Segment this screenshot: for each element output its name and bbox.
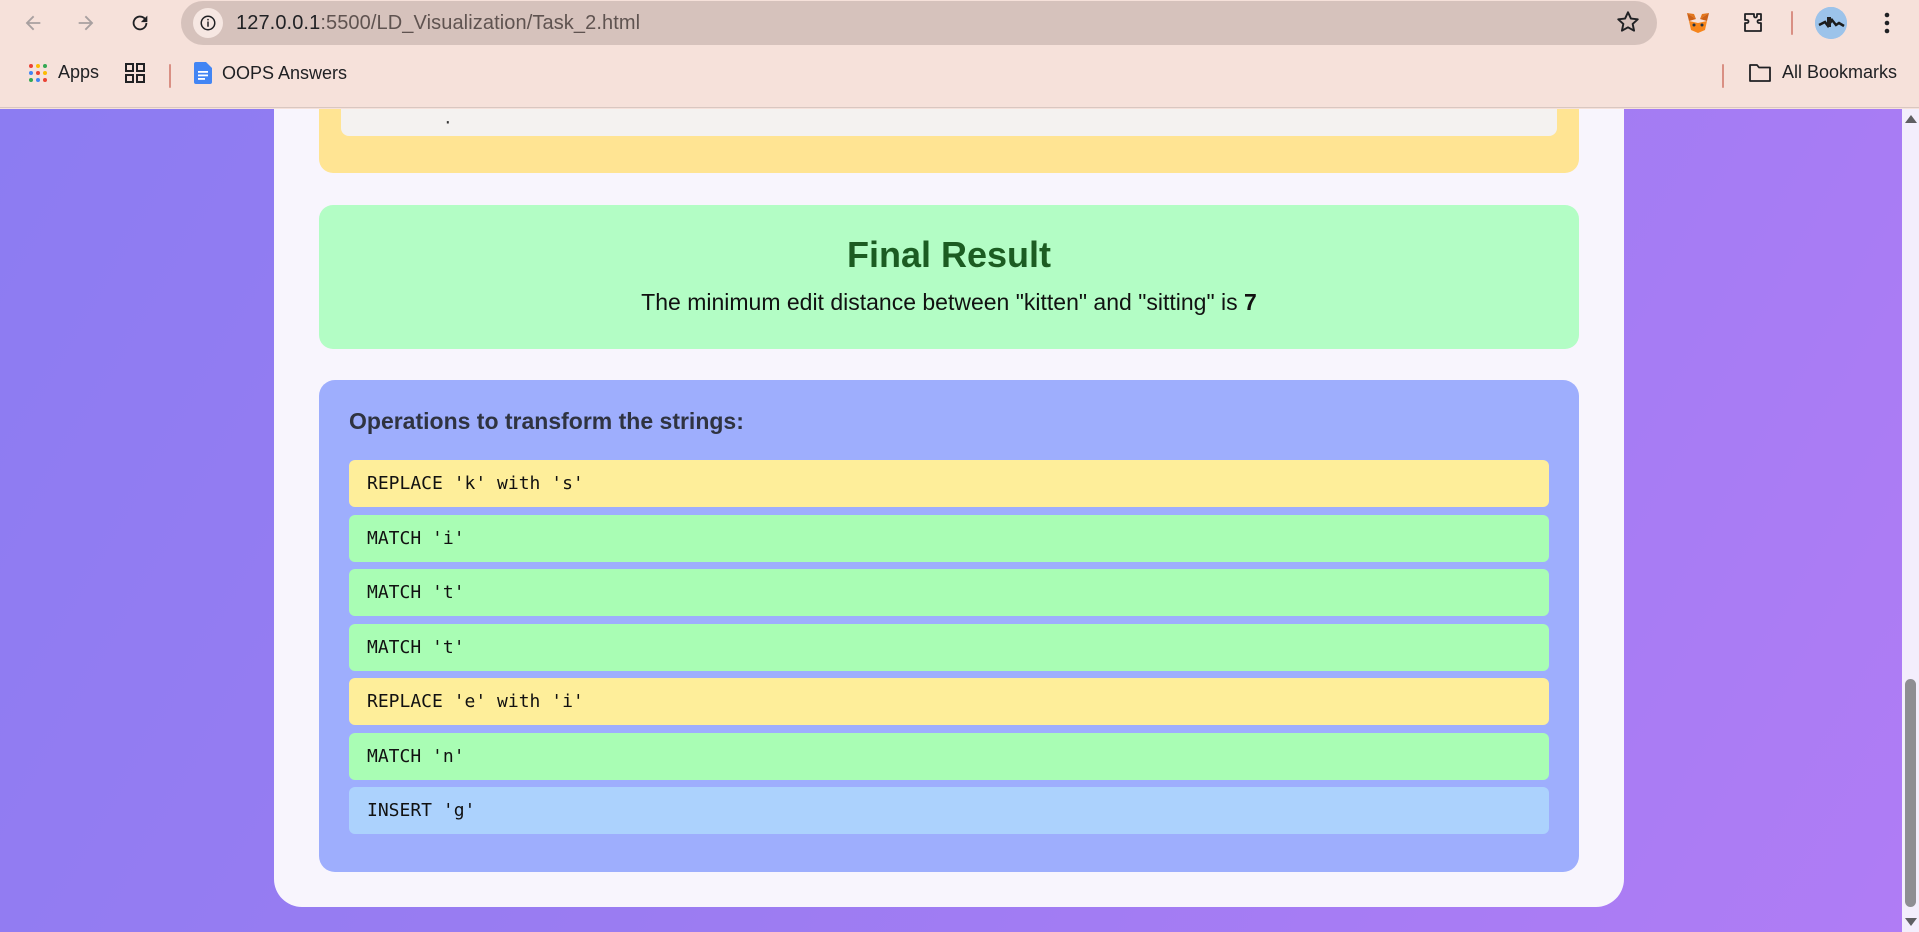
url-host: 127.0.0.1 [236,12,321,34]
back-arrow-icon [25,15,41,31]
scrollbar-thumb[interactable] [1905,679,1916,907]
extensions-puzzle-icon[interactable] [1736,6,1770,40]
scrollbar[interactable] [1902,109,1919,932]
bookmarks-right-divider [1722,64,1724,88]
scroll-down-arrow-icon[interactable] [1905,918,1917,926]
toolbar-divider [1791,11,1793,35]
main-card: · Final Result The minimum edit distance… [274,109,1624,907]
all-bookmarks-button[interactable]: All Bookmarks [1748,62,1897,83]
forward-button[interactable] [69,6,103,40]
all-bookmarks-label: All Bookmarks [1782,62,1898,82]
operation-item-match: MATCH 't' [349,623,1549,671]
operation-item-insert: INSERT 'g' [349,787,1549,834]
final-result-text: The minimum edit distance between "kitte… [319,289,1579,316]
previous-section-content: · [341,109,1557,136]
page-viewport: · Final Result The minimum edit distance… [0,109,1919,932]
reload-button[interactable] [123,6,157,40]
site-info-icon[interactable] [193,8,223,38]
forward-arrow-icon [78,15,94,31]
operation-item-match: MATCH 'n' [349,732,1549,780]
tab-groups-button[interactable] [124,62,146,84]
url-path: :5500/LD_Visualization/Task_2.html [320,12,641,34]
google-docs-icon [194,62,212,84]
back-button[interactable] [16,6,50,40]
operation-item-match: MATCH 'i' [349,514,1549,562]
address-bar[interactable]: 127.0.0.1:5500/LD_Visualization/Task_2.h… [181,1,1657,45]
bookmarks-divider [169,64,171,88]
more-vert-icon[interactable] [1870,6,1904,40]
bookmark-oops-answers[interactable]: OOPS Answers [194,62,347,84]
previous-section-fragment: · [443,113,453,132]
bookmark-apps-label: Apps [58,62,100,82]
profile-avatar-icon[interactable] [1815,7,1847,39]
final-result-text-prefix: The minimum edit distance between "kitte… [641,289,1245,315]
operations-panel: Operations to transform the strings: REP… [319,380,1579,872]
reload-icon [132,15,148,31]
operation-item-replace: REPLACE 'k' with 's' [349,460,1549,507]
tab-groups-icon [125,63,145,83]
operation-item-match: MATCH 't' [349,569,1549,616]
scroll-up-arrow-icon[interactable] [1905,115,1917,123]
folder-icon [1749,63,1771,82]
operations-list: REPLACE 'k' with 's' MATCH 'i' MATCH 't' MA… [349,460,1549,842]
edit-distance-value: 7 [1244,289,1257,315]
operation-item-replace: REPLACE 'e' with 'i' [349,678,1549,725]
browser-toolbar: 127.0.0.1:5500/LD_Visualization/Task_2.h… [0,0,1919,46]
final-result-title: Final Result [846,234,1052,275]
url-text[interactable]: 127.0.0.1:5500/LD_Visualization/Task_2.h… [236,12,640,35]
metamask-fox-icon[interactable] [1681,6,1715,40]
bookmarks-bar: Apps OOPS Answers All Bookmarks [0,46,1919,108]
previous-section: · [319,109,1579,173]
bookmark-apps[interactable]: Apps [28,62,99,83]
operations-heading: Operations to transform the strings: [349,408,744,434]
final-result-panel: Final Result The minimum edit distance b… [319,205,1579,349]
apps-grid-icon [29,63,47,82]
bookmark-oops-answers-label: OOPS Answers [222,62,348,83]
star-icon[interactable] [1615,9,1641,40]
